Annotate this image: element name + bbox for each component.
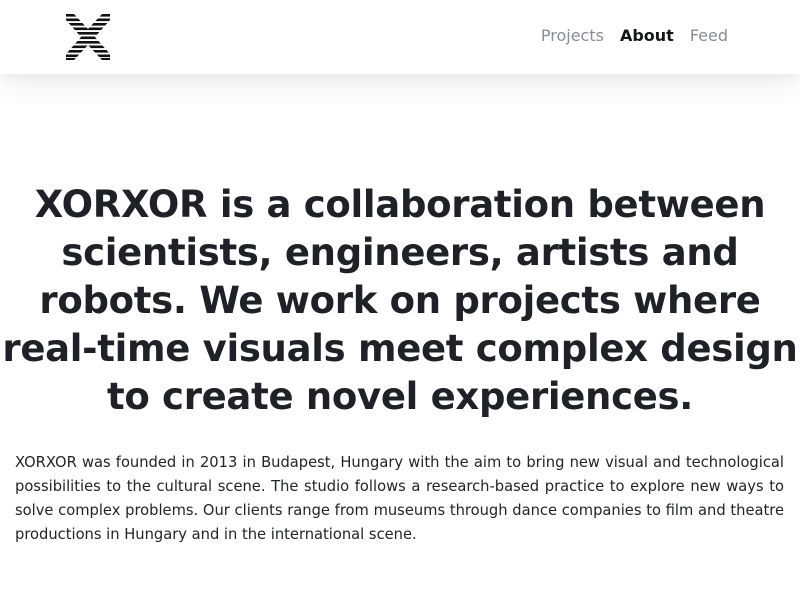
about-description: XORXOR was founded in 2013 in Budapest, … <box>15 454 784 543</box>
site-header: Projects About Feed <box>0 0 800 74</box>
xorxor-logo-icon[interactable] <box>62 12 114 62</box>
nav-link-feed[interactable]: Feed <box>690 25 728 47</box>
about-headline: XORXOR is a collaboration between scient… <box>2 183 798 418</box>
nav-link-about[interactable]: About <box>620 25 674 47</box>
main-nav: Projects About Feed <box>525 25 728 47</box>
nav-link-projects[interactable]: Projects <box>541 25 604 47</box>
